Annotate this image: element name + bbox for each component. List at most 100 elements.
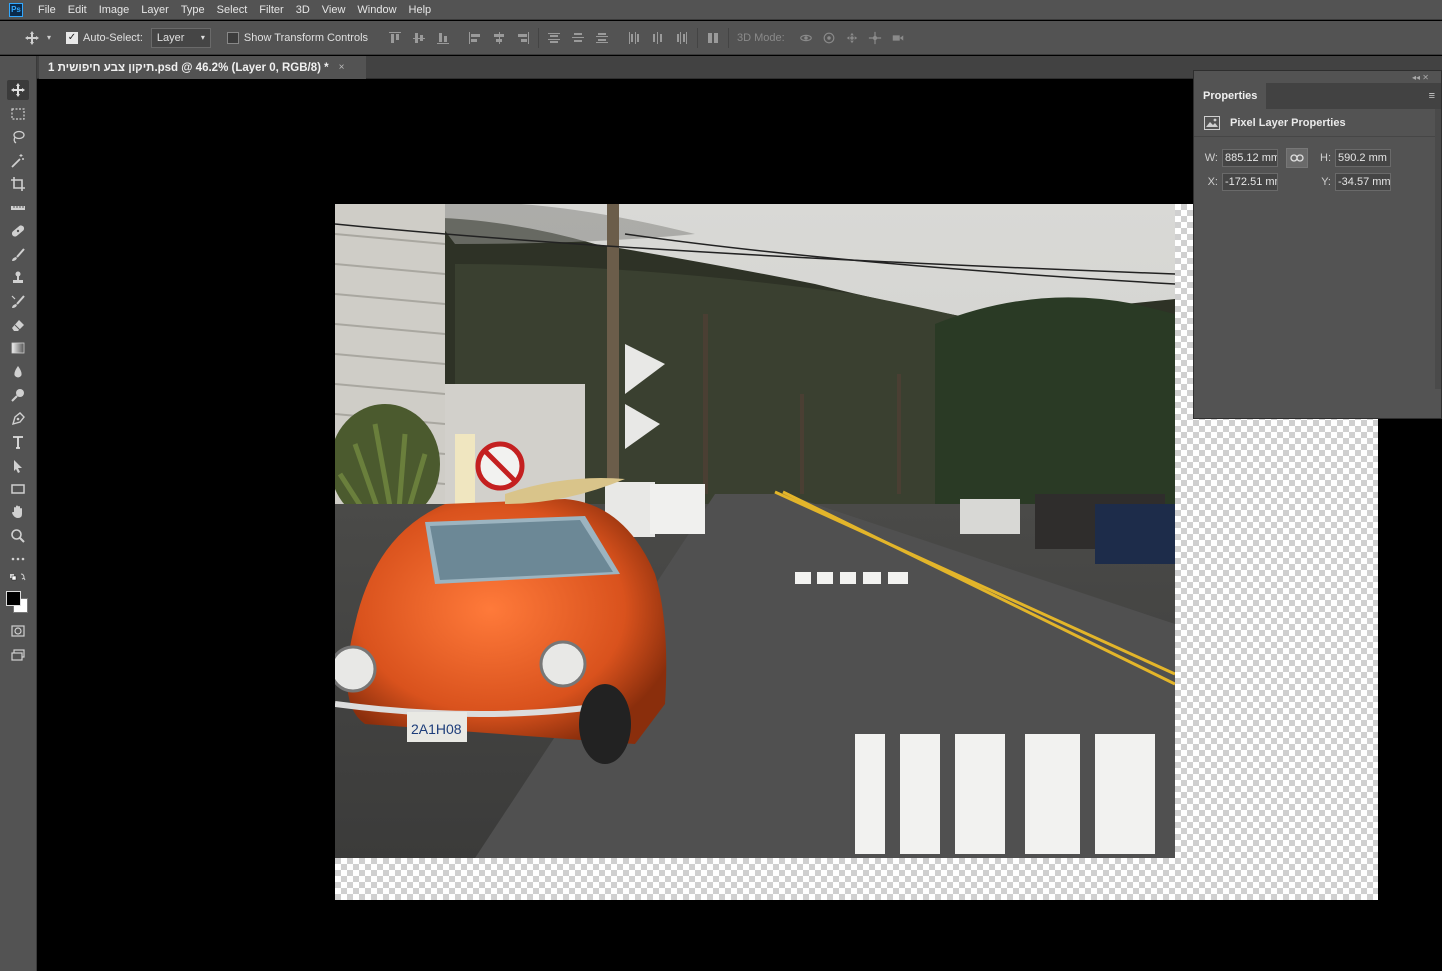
show-transform-label: Show Transform Controls: [243, 31, 369, 44]
y-input[interactable]: -34.57 mm: [1335, 173, 1391, 191]
distribute-vertical-group: [547, 31, 609, 45]
menu-help[interactable]: Help: [403, 0, 438, 20]
crop-tool[interactable]: [7, 174, 29, 194]
lasso-tool[interactable]: [7, 127, 29, 147]
gradient-icon: [11, 342, 25, 354]
properties-scrollbar[interactable]: [1435, 109, 1441, 389]
magic-wand-tool[interactable]: [7, 151, 29, 171]
align-horizontal-group: [468, 31, 530, 45]
blur-tool[interactable]: [7, 362, 29, 382]
3d-roll-icon[interactable]: [822, 31, 836, 45]
ruler-tool[interactable]: [7, 198, 29, 218]
brush-tool[interactable]: [7, 245, 29, 265]
align-center-icon[interactable]: [492, 31, 506, 45]
foreground-color-swatch[interactable]: [6, 591, 21, 606]
distribute-middle-icon[interactable]: [571, 31, 585, 45]
dodge-tool[interactable]: [7, 385, 29, 405]
auto-select-dropdown[interactable]: Layer ▾: [150, 27, 211, 48]
align-middle-icon[interactable]: [412, 31, 426, 45]
distribute-left-icon[interactable]: [627, 31, 641, 45]
panel-collapse[interactable]: ◂◂ ✕: [1194, 71, 1441, 83]
stamp-icon: [13, 271, 23, 283]
x-field: X: -172.51 mm: [1198, 173, 1278, 191]
options-separator: [538, 27, 540, 48]
panel-menu-icon[interactable]: ≡: [1429, 90, 1435, 102]
properties-tab-bar: Properties ≡: [1194, 83, 1441, 109]
document-tab[interactable]: 1 תיקון צבע חיפושית.psd @ 46.2% (Layer 0…: [39, 56, 366, 79]
eraser-tool[interactable]: [7, 315, 29, 335]
move-tool[interactable]: [7, 80, 29, 100]
history-brush-tool[interactable]: [7, 292, 29, 312]
3d-orbit-icon[interactable]: [799, 31, 813, 45]
eraser-icon: [12, 320, 24, 331]
screen-mode[interactable]: [7, 645, 29, 665]
menu-image[interactable]: Image: [93, 0, 136, 20]
menu-window[interactable]: Window: [351, 0, 402, 20]
type-icon: [13, 436, 23, 449]
properties-panel: ◂◂ ✕ Properties ≡ Pixel Layer Properties…: [1193, 70, 1442, 419]
align-left-icon[interactable]: [468, 31, 482, 45]
height-input[interactable]: 590.2 mm: [1335, 149, 1391, 167]
width-field: W: 885.12 mm: [1198, 149, 1278, 167]
menu-layer[interactable]: Layer: [135, 0, 175, 20]
3d-slide-icon[interactable]: [868, 31, 882, 45]
auto-align-icon[interactable]: [706, 31, 720, 45]
history-brush-icon: [11, 295, 25, 308]
arrow-cursor-icon: [14, 460, 22, 473]
distribute-top-icon[interactable]: [547, 31, 561, 45]
clone-stamp-tool[interactable]: [7, 268, 29, 288]
default-colors-and-swap[interactable]: [7, 571, 29, 585]
dodge-icon: [11, 389, 24, 402]
width-input[interactable]: 885.12 mm: [1222, 149, 1278, 167]
align-right-icon[interactable]: [516, 31, 530, 45]
more-tools[interactable]: [7, 549, 29, 569]
align-bottom-icon[interactable]: [436, 31, 450, 45]
menu-type[interactable]: Type: [175, 0, 211, 20]
close-icon[interactable]: ×: [339, 62, 345, 73]
pixel-layer-properties-title: Pixel Layer Properties: [1230, 116, 1346, 129]
path-selection-tool[interactable]: [7, 456, 29, 476]
menu-select[interactable]: Select: [211, 0, 254, 20]
pen-tool[interactable]: [7, 409, 29, 429]
menu-view[interactable]: View: [316, 0, 352, 20]
show-transform-checkbox[interactable]: [226, 31, 239, 44]
gradient-tool[interactable]: [7, 338, 29, 358]
color-swatches[interactable]: [5, 588, 33, 618]
menu-3d[interactable]: 3D: [290, 0, 316, 20]
menu-file[interactable]: File: [32, 0, 62, 20]
3d-pan-icon[interactable]: [845, 31, 859, 45]
tab-properties[interactable]: Properties: [1194, 83, 1267, 109]
show-transform-toggle[interactable]: Show Transform Controls: [226, 31, 369, 44]
rectangle-tool[interactable]: [7, 479, 29, 499]
menu-filter[interactable]: Filter: [253, 0, 289, 20]
properties-header: Pixel Layer Properties: [1194, 109, 1441, 137]
quick-mask-icon: [11, 625, 25, 637]
align-top-icon[interactable]: [388, 31, 402, 45]
lasso-icon: [13, 130, 25, 144]
distribute-center-icon[interactable]: [651, 31, 665, 45]
height-label: H:: [1320, 152, 1331, 164]
hand-tool[interactable]: [7, 502, 29, 522]
distribute-right-icon[interactable]: [675, 31, 689, 45]
zoom-tool[interactable]: [7, 526, 29, 546]
drop-icon: [14, 366, 22, 378]
3d-scale-icon[interactable]: [891, 31, 905, 45]
distribute-bottom-icon[interactable]: [595, 31, 609, 45]
link-icon[interactable]: [1286, 148, 1308, 168]
x-input[interactable]: -172.51 mm: [1222, 173, 1278, 191]
auto-select-toggle[interactable]: ✓ Auto-Select:: [66, 31, 143, 44]
marquee-tool[interactable]: [7, 104, 29, 124]
layer-photo-beetle-street[interactable]: 2A1H08: [335, 204, 1175, 858]
healing-brush-tool[interactable]: [7, 221, 29, 241]
menu-edit[interactable]: Edit: [62, 0, 93, 20]
magic-wand-icon: [11, 154, 24, 168]
quick-mask[interactable]: [7, 621, 29, 641]
document-tab-title: 1 תיקון צבע חיפושית.psd @ 46.2% (Layer 0…: [48, 61, 329, 74]
pen-icon: [11, 412, 25, 426]
type-tool[interactable]: [7, 432, 29, 452]
move-tool-preset-icon[interactable]: [20, 30, 44, 46]
auto-select-checkbox[interactable]: ✓: [66, 31, 78, 44]
chevron-down-icon[interactable]: ▾: [44, 33, 54, 42]
svg-text:2A1H08: 2A1H08: [411, 721, 462, 737]
options-separator: [728, 27, 730, 48]
